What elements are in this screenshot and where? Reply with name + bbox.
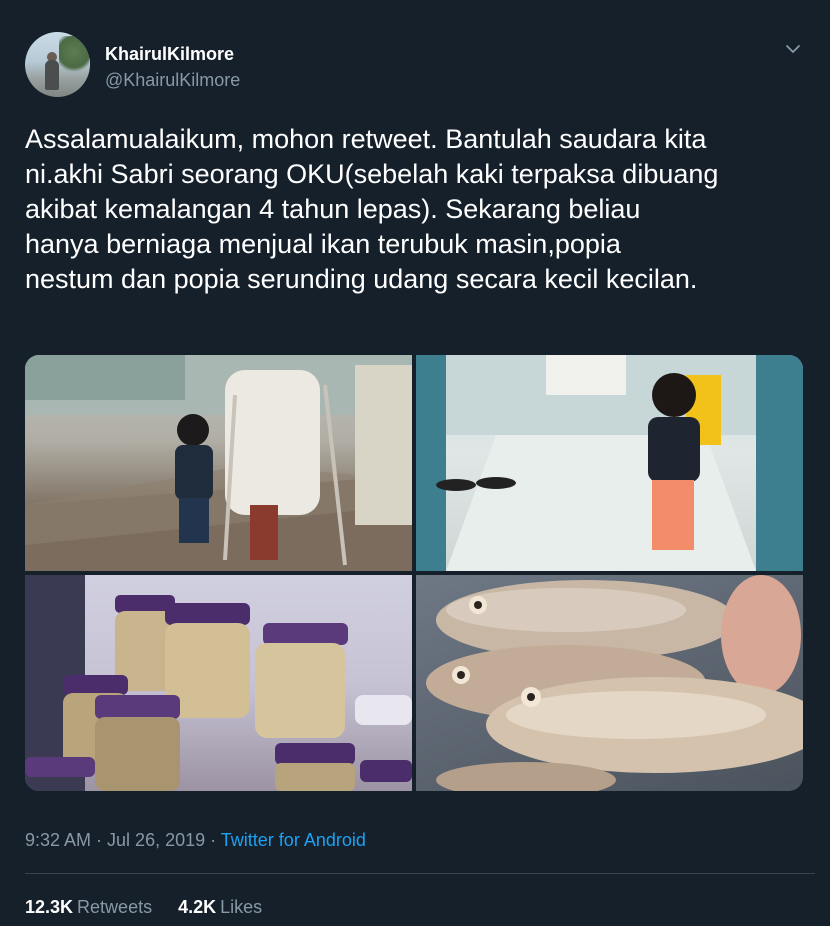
divider (25, 873, 815, 874)
likes-count: 4.2K (178, 897, 217, 917)
retweets-stat[interactable]: 12.3K Retweets (25, 897, 152, 917)
retweets-label: Retweets (77, 897, 153, 917)
chevron-down-icon[interactable] (784, 40, 802, 58)
avatar[interactable] (25, 32, 90, 97)
meta-separator: · (91, 830, 108, 850)
tweet-stats: 12.3K Retweets 4.2K Likes (25, 897, 288, 918)
media-grid (25, 355, 803, 791)
media-photo-corridor[interactable] (25, 355, 412, 571)
likes-label: Likes (220, 897, 263, 917)
media-photo-fish[interactable] (416, 575, 803, 791)
tweet-date[interactable]: Jul 26, 2019 (107, 830, 205, 850)
media-photo-hallway[interactable] (416, 355, 803, 571)
avatar-tree-shape (59, 36, 89, 76)
likes-stat[interactable]: 4.2K Likes (178, 897, 262, 917)
tweet-source-link[interactable]: Twitter for Android (221, 830, 366, 850)
tweet-time[interactable]: 9:32 AM (25, 830, 91, 850)
author-handle[interactable]: @KhairulKilmore (105, 70, 240, 91)
tweet-card: KhairulKilmore @KhairulKilmore Assalamua… (0, 0, 830, 926)
tweet-text: Assalamualaikum, mohon retweet. Bantulah… (25, 124, 719, 294)
media-photo-jars[interactable] (25, 575, 412, 791)
tweet-meta: 9:32 AM · Jul 26, 2019 · Twitter for And… (25, 830, 366, 851)
author-display-name[interactable]: KhairulKilmore (105, 44, 234, 65)
retweets-count: 12.3K (25, 897, 74, 917)
meta-separator: · (205, 830, 221, 850)
avatar-person-body (45, 60, 59, 90)
